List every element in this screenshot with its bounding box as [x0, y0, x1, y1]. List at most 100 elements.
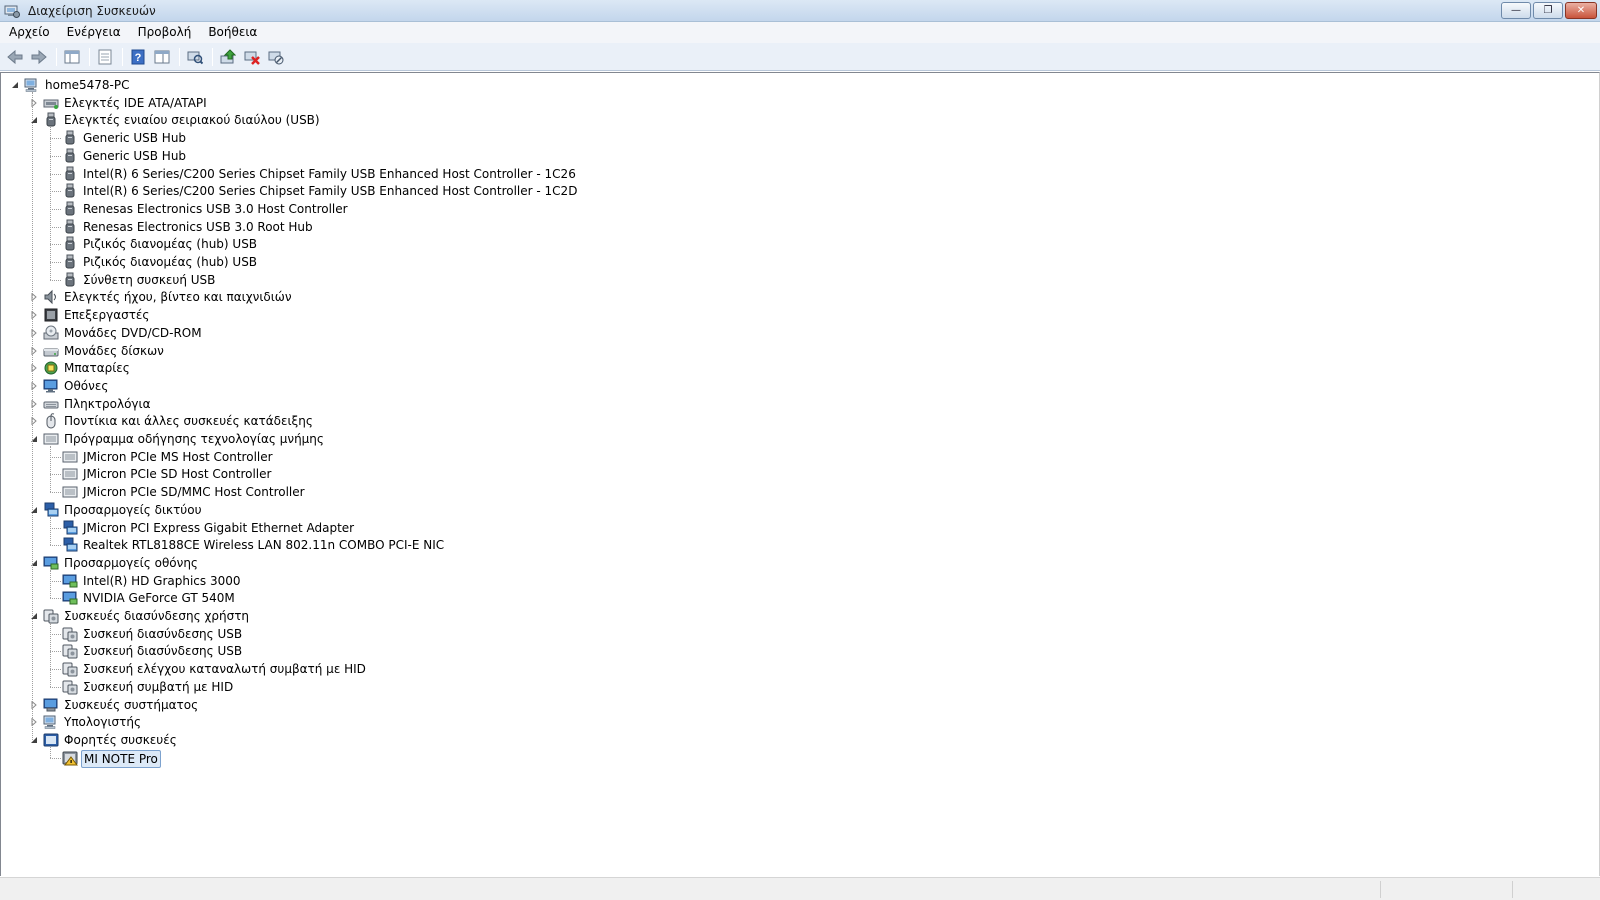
tree-category[interactable]: Υπολογιστής [62, 714, 143, 730]
tree-category[interactable]: Μπαταρίες [62, 360, 132, 376]
tree-device-selected[interactable]: MI NOTE Pro [81, 749, 161, 768]
tree-category[interactable]: Προσαρμογείς οθόνης [62, 555, 200, 571]
menu-action[interactable]: Ενέργεια [58, 22, 129, 43]
tree-category[interactable]: Συσκευές διασύνδεσης χρήστη [62, 608, 251, 624]
usb-icon [62, 183, 78, 199]
minimize-button[interactable]: — [1501, 2, 1531, 19]
close-button[interactable]: ✕ [1565, 2, 1597, 19]
help-button[interactable]: ? [127, 46, 149, 68]
tree-connector [50, 138, 61, 140]
tree-connector [32, 92, 33, 740]
expand-arrow-icon[interactable] [29, 346, 39, 356]
hid-icon [62, 679, 78, 695]
expand-arrow-icon[interactable] [29, 416, 39, 426]
tree-device[interactable]: Σύνθετη συσκευή USB [81, 272, 217, 288]
console-tree-icon [64, 50, 80, 63]
device-manager-window: Διαχείριση Συσκευών — ❐ ✕ Αρχείο Ενέργει… [0, 0, 1600, 900]
tree-device[interactable]: Intel(R) 6 Series/C200 Series Chipset Fa… [81, 166, 578, 182]
tree-device[interactable]: Generic USB Hub [81, 130, 188, 146]
menu-view[interactable]: Προβολή [129, 22, 200, 43]
tree-device[interactable]: Intel(R) HD Graphics 3000 [81, 573, 243, 589]
tree-category[interactable]: Μονάδες δίσκων [62, 343, 166, 359]
expand-arrow-icon[interactable] [29, 381, 39, 391]
tree-device[interactable]: Συσκευή διασύνδεσης USB [81, 643, 244, 659]
tree-category[interactable]: Ελεγκτές IDE ATA/ATAPI [62, 95, 209, 111]
tree-category[interactable]: Συσκευές συστήματος [62, 697, 200, 713]
monitor-icon [43, 378, 59, 394]
tree-device[interactable]: JMicron PCIe SD Host Controller [81, 466, 273, 482]
collapse-arrow-icon[interactable] [29, 611, 39, 621]
tree-category[interactable]: Ελεγκτές ήχου, βίντεο και παιχνιδιών [62, 289, 294, 305]
expand-arrow-icon[interactable] [29, 363, 39, 373]
collapse-arrow-icon[interactable] [29, 434, 39, 444]
tree-connector [50, 279, 61, 281]
menu-file[interactable]: Αρχείο [0, 22, 58, 43]
tree-device[interactable]: Ριζικός διανομέας (hub) USB [81, 236, 259, 252]
tree-category[interactable]: Ποντίκια και άλλες συσκευές κατάδειξης [62, 413, 315, 429]
tree-device[interactable]: Realtek RTL8188CE Wireless LAN 802.11n C… [81, 537, 446, 553]
tree-device[interactable]: Renesas Electronics USB 3.0 Root Hub [81, 219, 315, 235]
expand-arrow-icon[interactable] [29, 292, 39, 302]
tree-category[interactable]: Οθόνες [62, 378, 110, 394]
collapse-arrow-icon[interactable] [29, 505, 39, 515]
properties-button[interactable] [94, 46, 116, 68]
tree-category[interactable]: Πληκτρολόγια [62, 396, 153, 412]
update-driver-button[interactable] [217, 46, 239, 68]
tree-connector [50, 155, 61, 157]
expand-arrow-icon[interactable] [29, 717, 39, 727]
scan-hardware-button[interactable] [184, 46, 206, 68]
usb-icon [62, 166, 78, 182]
maximize-button[interactable]: ❐ [1533, 2, 1563, 19]
tree-category[interactable]: Φορητές συσκευές [62, 732, 179, 748]
tree-connector [50, 516, 51, 546]
collapse-arrow-icon[interactable] [29, 115, 39, 125]
keyboard-icon [43, 396, 59, 412]
expand-arrow-icon[interactable] [29, 310, 39, 320]
mouse-icon [43, 413, 59, 429]
device-tree[interactable]: home5478-PC Ελεγκτές IDE ATA/ATAPI Ελεγκτέ… [0, 72, 1600, 876]
uninstall-button[interactable] [241, 46, 263, 68]
forward-arrow-icon [31, 49, 47, 64]
tree-connector [50, 173, 61, 175]
show-hide-console-tree-button[interactable] [61, 46, 83, 68]
forward-button[interactable] [28, 46, 50, 68]
status-panel [1380, 881, 1381, 898]
collapse-arrow-icon[interactable] [29, 558, 39, 568]
tree-category[interactable]: Επεξεργαστές [62, 307, 151, 323]
menu-help[interactable]: Βοήθεια [199, 22, 265, 43]
tree-category[interactable]: Προσαρμογείς δικτύου [62, 502, 204, 518]
tree-device[interactable]: JMicron PCIe MS Host Controller [81, 449, 275, 465]
back-button[interactable] [4, 46, 26, 68]
expand-arrow-icon[interactable] [29, 700, 39, 710]
tree-root[interactable]: home5478-PC [43, 77, 132, 93]
tree-device[interactable]: Renesas Electronics USB 3.0 Host Control… [81, 201, 350, 217]
tree-connector [50, 633, 61, 635]
tree-device[interactable]: Συσκευή ελέγχου καταναλωτή συμβατή με HI… [81, 661, 368, 677]
details-view-button[interactable] [151, 46, 173, 68]
collapse-arrow-icon[interactable] [10, 80, 20, 90]
details-view-icon [154, 50, 170, 63]
expand-arrow-icon[interactable] [29, 399, 39, 409]
tree-device[interactable]: Συσκευή συμβατή με HID [81, 679, 235, 695]
expand-arrow-icon[interactable] [29, 98, 39, 108]
tree-category[interactable]: Μονάδες DVD/CD-ROM [62, 325, 204, 341]
hid-icon [43, 608, 59, 624]
tree-connector [50, 244, 61, 246]
tree-device[interactable]: JMicron PCIe SD/MMC Host Controller [81, 484, 307, 500]
tree-device[interactable]: Ριζικός διανομέας (hub) USB [81, 254, 259, 270]
tree-device[interactable]: JMicron PCI Express Gigabit Ethernet Ada… [81, 520, 356, 536]
tree-device[interactable]: Συσκευή διασύνδεσης USB [81, 626, 244, 642]
tree-category[interactable]: Πρόγραμμα οδήγησης τεχνολογίας μνήμης [62, 431, 326, 447]
title-bar: Διαχείριση Συσκευών — ❐ ✕ [0, 0, 1600, 22]
battery-icon [43, 360, 59, 376]
update-driver-icon [220, 48, 236, 63]
tree-category[interactable]: Ελεγκτές ενιαίου σειριακού διαύλου (USB) [62, 112, 322, 128]
tree-device[interactable]: Generic USB Hub [81, 148, 188, 164]
window-title: Διαχείριση Συσκευών [28, 3, 156, 18]
disable-button[interactable] [265, 46, 287, 68]
expand-arrow-icon[interactable] [29, 328, 39, 338]
tree-device[interactable]: NVIDIA GeForce GT 540M [81, 590, 237, 606]
tree-device[interactable]: Intel(R) 6 Series/C200 Series Chipset Fa… [81, 183, 579, 199]
collapse-arrow-icon[interactable] [29, 735, 39, 745]
memory-card-icon [62, 449, 78, 465]
